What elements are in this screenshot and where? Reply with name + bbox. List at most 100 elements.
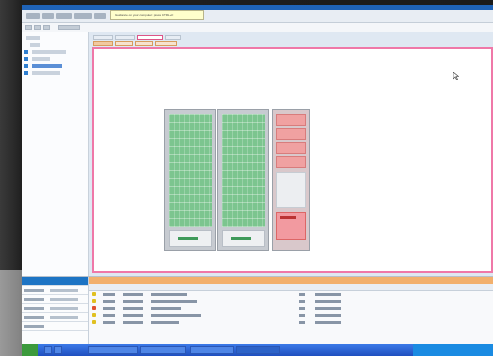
property-key xyxy=(24,307,44,310)
rack-cabinet-3[interactable] xyxy=(272,109,310,251)
tooltip-text: Guidance on your computer: press CTRL+F xyxy=(115,13,174,17)
property-value xyxy=(50,289,78,292)
tree-node-icon xyxy=(24,71,28,75)
tree-node-icon xyxy=(24,57,28,61)
project-tree-panel xyxy=(22,32,89,276)
tab[interactable] xyxy=(115,35,135,40)
tree-item[interactable] xyxy=(30,43,40,47)
property-row[interactable] xyxy=(22,295,88,304)
subtab[interactable] xyxy=(135,41,153,46)
status-square-icon xyxy=(92,299,96,303)
tree-header xyxy=(26,36,40,40)
taskbar-button[interactable] xyxy=(54,346,62,354)
log-cell xyxy=(151,293,187,296)
log-cell xyxy=(299,321,305,324)
rack-module-error[interactable] xyxy=(276,142,306,154)
rack-module-error[interactable] xyxy=(276,156,306,168)
log-cell xyxy=(315,321,341,324)
tooltip: Guidance on your computer: press CTRL+F xyxy=(110,10,204,20)
rack-label xyxy=(178,237,198,240)
subtab[interactable] xyxy=(155,41,177,46)
rack-module-error[interactable] xyxy=(276,212,306,240)
log-cell xyxy=(151,300,197,303)
property-row[interactable] xyxy=(22,304,88,313)
log-column-headers xyxy=(89,284,493,291)
rack-empty-slot xyxy=(276,172,306,208)
log-cell xyxy=(123,314,143,317)
log-cell xyxy=(299,314,305,317)
properties-panel xyxy=(22,277,89,345)
log-cell xyxy=(123,321,143,324)
log-cell xyxy=(299,307,305,310)
log-row[interactable] xyxy=(89,298,493,304)
property-value xyxy=(50,298,78,301)
rack-cabinet-2[interactable] xyxy=(217,109,269,251)
log-cell xyxy=(123,307,143,310)
property-value xyxy=(50,316,78,319)
taskbar xyxy=(22,344,493,356)
taskbar-button[interactable] xyxy=(44,346,52,354)
toolbar-button[interactable] xyxy=(25,25,32,30)
tree-item[interactable] xyxy=(32,71,60,75)
rack-base xyxy=(169,230,212,247)
log-row[interactable] xyxy=(89,291,493,297)
menu-item[interactable] xyxy=(42,13,54,19)
rack-base xyxy=(222,230,265,247)
log-cell xyxy=(315,314,341,317)
tab-active[interactable] xyxy=(137,35,163,40)
toolbar-button[interactable] xyxy=(43,25,50,30)
log-row[interactable] xyxy=(89,319,493,325)
menu-bar xyxy=(22,10,493,23)
property-row[interactable] xyxy=(22,322,88,331)
start-button[interactable] xyxy=(22,344,38,356)
property-row[interactable] xyxy=(22,313,88,322)
tree-item[interactable] xyxy=(32,57,50,61)
menu-item[interactable] xyxy=(94,13,106,19)
log-cell xyxy=(299,300,305,303)
tree-item-selected[interactable] xyxy=(32,64,62,68)
log-toolbar xyxy=(89,277,493,284)
taskbar-button[interactable] xyxy=(190,346,234,354)
rack-module-error[interactable] xyxy=(276,114,306,126)
status-square-icon xyxy=(92,320,96,324)
log-cell xyxy=(103,321,115,324)
log-cell xyxy=(315,307,341,310)
log-cell xyxy=(103,293,115,296)
menu-item[interactable] xyxy=(74,13,92,19)
property-key xyxy=(24,316,44,319)
toolbar-dropdown[interactable] xyxy=(58,25,80,30)
toolbar-button[interactable] xyxy=(34,25,41,30)
properties-header xyxy=(22,277,88,286)
tree-item[interactable] xyxy=(32,50,66,54)
rack-cabinet-1[interactable] xyxy=(164,109,216,251)
menu-item[interactable] xyxy=(56,13,72,19)
property-key xyxy=(24,298,44,301)
subtab[interactable] xyxy=(93,41,113,46)
log-cell xyxy=(151,314,201,317)
rack-module-grid xyxy=(222,114,265,227)
log-cell xyxy=(103,307,115,310)
status-square-icon xyxy=(92,306,96,310)
taskbar-button[interactable] xyxy=(140,346,186,354)
log-cell xyxy=(151,307,181,310)
rack-module-grid xyxy=(169,114,212,227)
tab[interactable] xyxy=(93,35,113,40)
system-tray xyxy=(413,344,493,356)
menu-item[interactable] xyxy=(26,13,40,19)
property-row[interactable] xyxy=(22,286,88,295)
tab[interactable] xyxy=(165,35,181,40)
taskbar-button[interactable] xyxy=(88,346,138,354)
property-value xyxy=(50,307,78,310)
log-row[interactable] xyxy=(89,312,493,318)
log-cell xyxy=(315,300,341,303)
log-cell xyxy=(151,321,179,324)
property-key xyxy=(24,289,44,292)
rack-module-error[interactable] xyxy=(276,128,306,140)
subtab[interactable] xyxy=(115,41,133,46)
taskbar-button-active[interactable] xyxy=(236,346,280,354)
error-label xyxy=(280,216,296,219)
log-row[interactable] xyxy=(89,305,493,311)
rack-label xyxy=(231,237,251,240)
log-cell xyxy=(299,293,305,296)
screen: Guidance on your computer: press CTRL+F xyxy=(22,5,493,356)
